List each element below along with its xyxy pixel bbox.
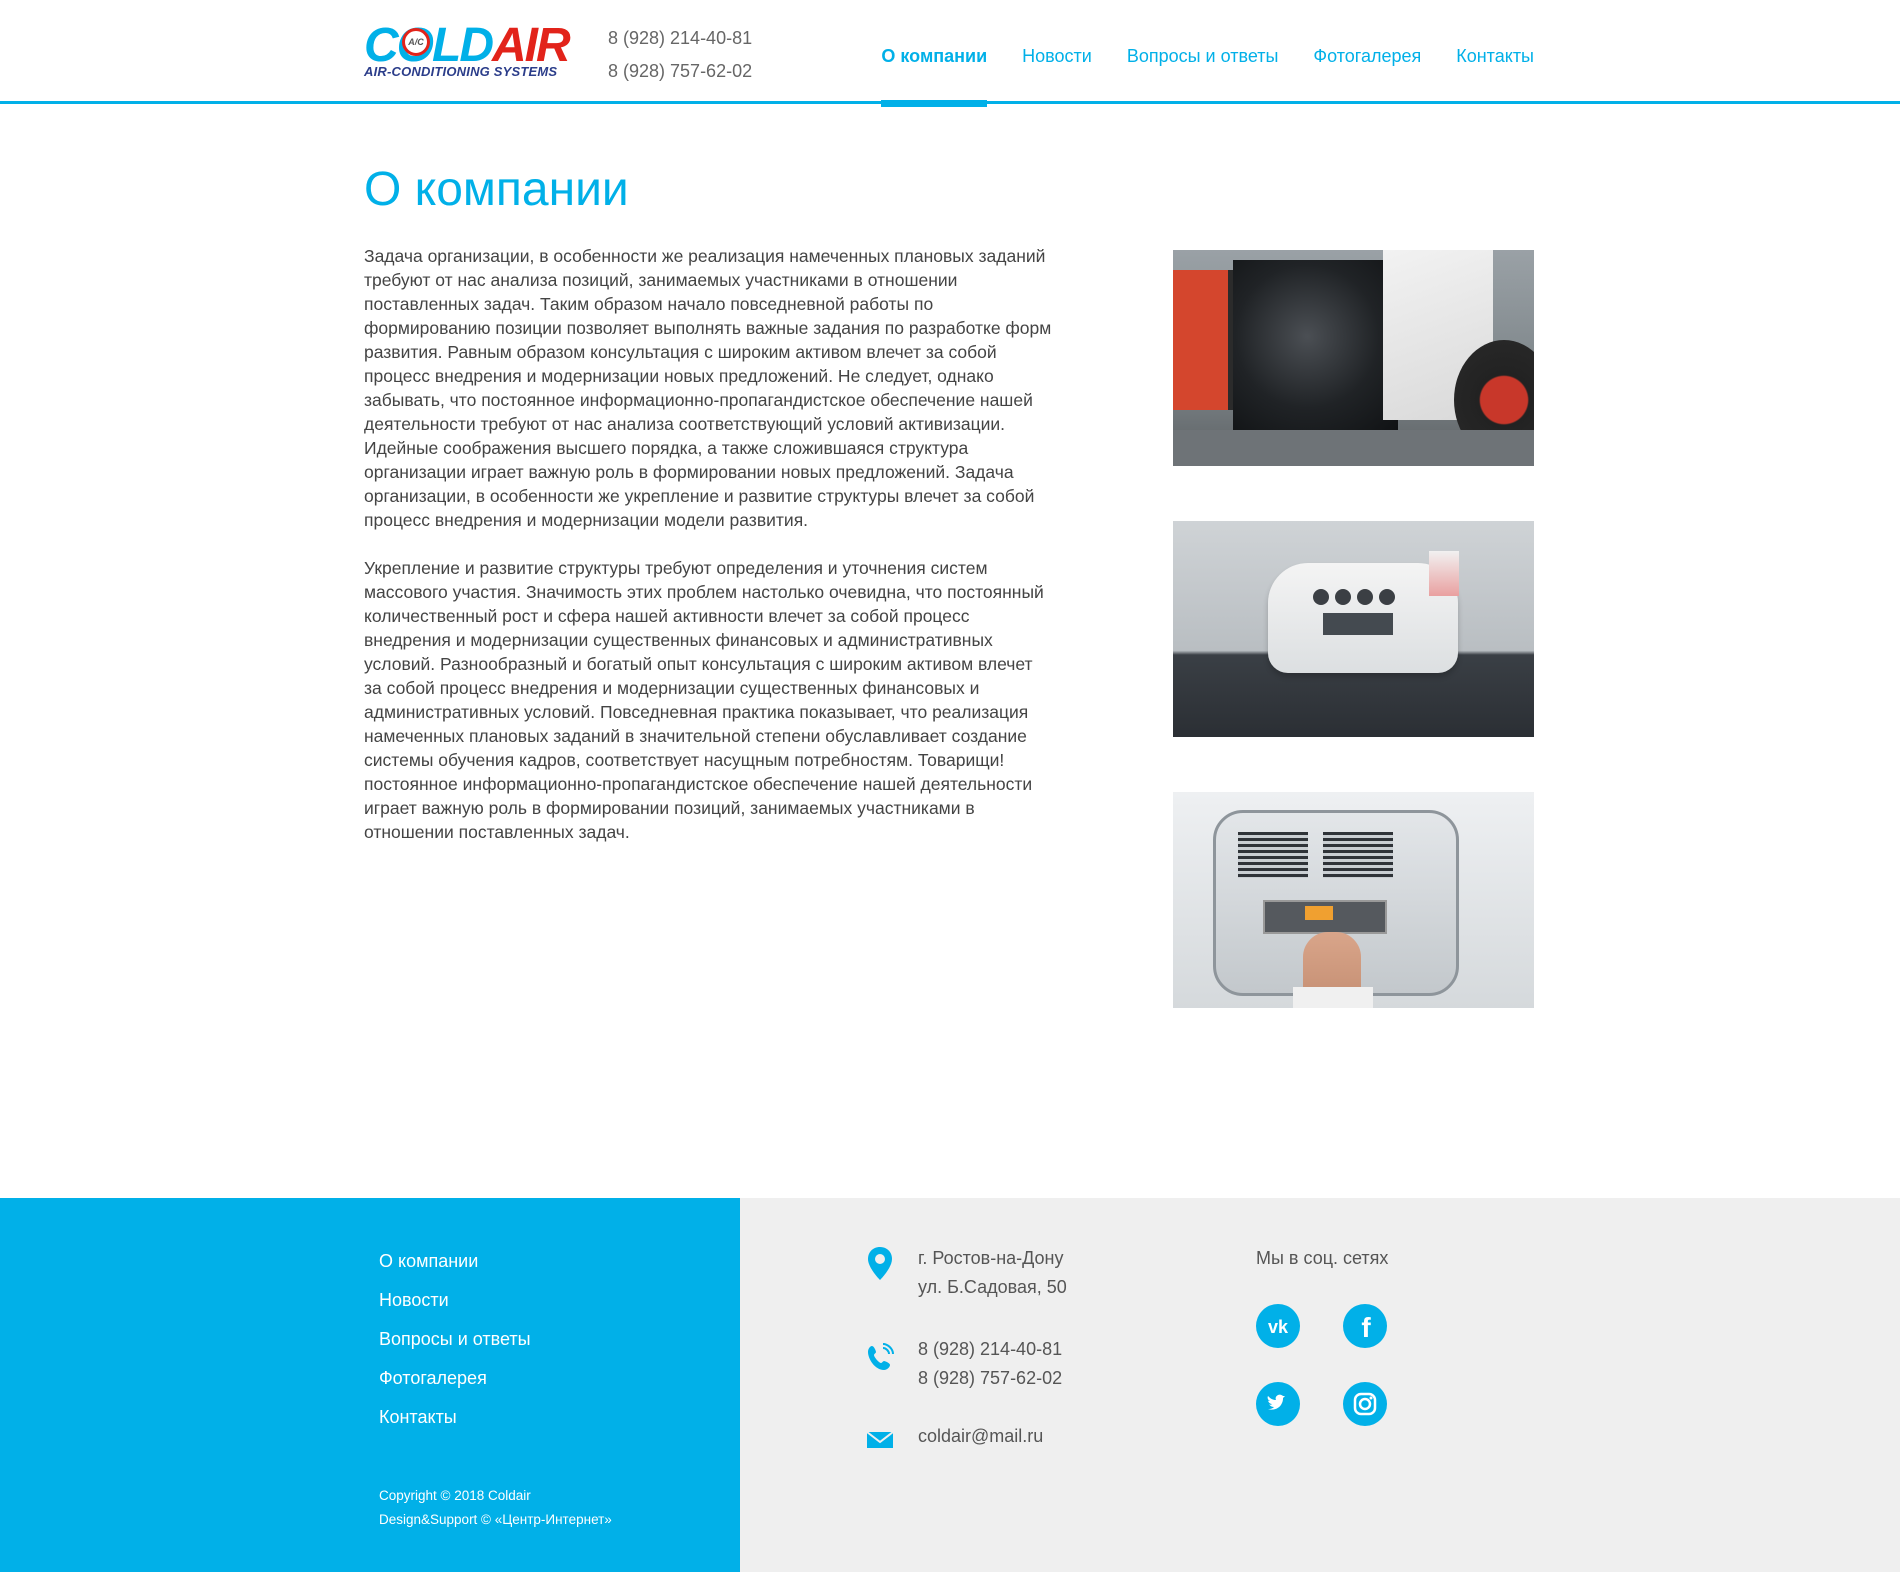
header-phone-1[interactable]: 8 (928) 214-40-81: [608, 22, 752, 55]
footer-nav-news[interactable]: Новости: [379, 1281, 531, 1320]
nav-item-news[interactable]: Новости: [1022, 0, 1092, 104]
paragraph-2: Укрепление и развитие структуры требуют …: [364, 558, 1044, 842]
logo-tagline: AIR-CONDITIONING SYSTEMS: [364, 64, 558, 79]
logo-badge: A/C: [402, 28, 430, 56]
footer-nav-faq[interactable]: Вопросы и ответы: [379, 1320, 531, 1359]
photo-gallery: [1173, 250, 1534, 1063]
instagram-icon[interactable]: [1343, 1382, 1387, 1426]
control-panel-photo[interactable]: [1173, 792, 1534, 1008]
svg-text:vk: vk: [1268, 1317, 1289, 1337]
mail-icon: [866, 1430, 894, 1452]
header-phones: 8 (928) 214-40-81 8 (928) 757-62-02: [608, 22, 752, 88]
footer-phone-2[interactable]: 8 (928) 757-62-02: [918, 1364, 1062, 1393]
design-credit[interactable]: Design&Support © «Центр-Интернет»: [379, 1508, 612, 1532]
footer-nav-about[interactable]: О компании: [379, 1242, 531, 1281]
footer-email[interactable]: coldair@mail.ru: [918, 1422, 1043, 1451]
footer-copyright: Copyright © 2018 Coldair Design&Support …: [379, 1484, 612, 1532]
address-city: г. Ростов-на-Дону: [918, 1248, 1064, 1268]
logo-wordmark: COLDAIR: [364, 22, 571, 70]
footer-nav-gallery[interactable]: Фотогалерея: [379, 1359, 531, 1398]
svg-text:f: f: [1361, 1312, 1371, 1343]
nav-item-faq[interactable]: Вопросы и ответы: [1127, 0, 1279, 104]
header-phone-2[interactable]: 8 (928) 757-62-02: [608, 55, 752, 88]
engine-bay-photo[interactable]: [1173, 250, 1534, 466]
main-nav: О компании Новости Вопросы и ответы Фото…: [881, 0, 1534, 107]
paragraph-1: Задача организации, в особенности же реа…: [364, 246, 1052, 530]
page-title: О компании: [364, 163, 629, 216]
footer-phone-1[interactable]: 8 (928) 214-40-81: [918, 1335, 1062, 1364]
footer-nav: О компании Новости Вопросы и ответы Фото…: [379, 1242, 531, 1437]
site-footer: О компании Новости Вопросы и ответы Фото…: [0, 1198, 1900, 1572]
facebook-icon[interactable]: f: [1343, 1304, 1387, 1348]
vk-icon[interactable]: vk: [1256, 1304, 1300, 1348]
address-text: г. Ростов-на-Дону ул. Б.Садовая, 50: [918, 1244, 1067, 1302]
twitter-icon[interactable]: [1256, 1382, 1300, 1426]
nav-item-gallery[interactable]: Фотогалерея: [1313, 0, 1421, 104]
copyright-text: Copyright © 2018 Coldair: [379, 1488, 531, 1503]
location-pin-icon: [866, 1246, 894, 1282]
phones-text: 8 (928) 214-40-81 8 (928) 757-62-02: [918, 1335, 1062, 1393]
about-text: Задача организации, в особенности же реа…: [364, 244, 1054, 868]
roof-air-conditioner-photo[interactable]: [1173, 521, 1534, 737]
phone-icon: [866, 1343, 894, 1379]
address-street: ул. Б.Садовая, 50: [918, 1277, 1067, 1297]
footer-nav-panel: [0, 1198, 740, 1572]
site-header: COLDAIR A/C AIR-CONDITIONING SYSTEMS 8 (…: [0, 0, 1900, 107]
footer-nav-contacts[interactable]: Контакты: [379, 1398, 531, 1437]
nav-item-contacts[interactable]: Контакты: [1456, 0, 1534, 104]
social-title: Мы в соц. сетях: [1256, 1248, 1389, 1268]
logo[interactable]: COLDAIR A/C AIR-CONDITIONING SYSTEMS: [364, 22, 584, 80]
nav-item-about[interactable]: О компании: [881, 0, 987, 107]
